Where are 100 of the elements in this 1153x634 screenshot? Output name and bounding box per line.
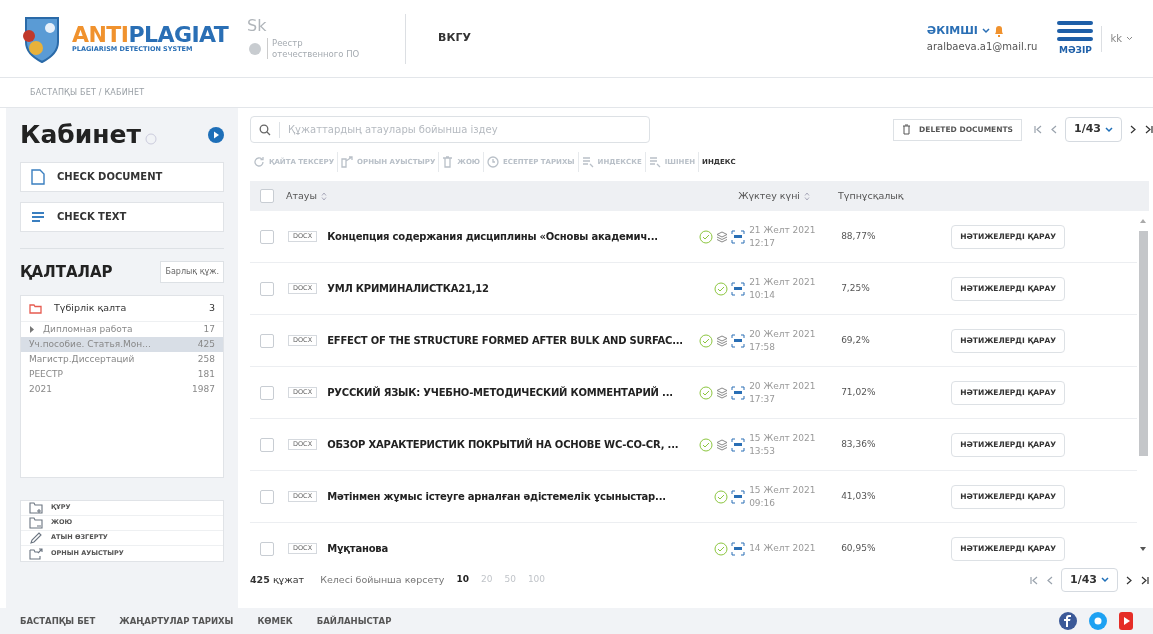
originality-percent: 69,2% bbox=[841, 333, 871, 347]
chevron-down-icon[interactable] bbox=[1126, 36, 1133, 41]
originality-percent: 83,36% bbox=[841, 437, 877, 451]
chevron-down-icon bbox=[1105, 126, 1113, 133]
check-circle-icon bbox=[699, 229, 714, 244]
footer-link[interactable]: БАСТАПҚЫ БЕТ bbox=[20, 614, 96, 628]
document-count: 425 құжат bbox=[250, 572, 305, 587]
sort-icon bbox=[804, 191, 810, 201]
check-circle-icon bbox=[714, 489, 729, 504]
ocr-icon bbox=[731, 281, 746, 296]
next-page-icon[interactable] bbox=[1126, 575, 1132, 585]
document-title[interactable]: Мұқтанова bbox=[327, 541, 688, 556]
document-title[interactable]: ОБЗОР ХАРАКТЕРИСТИК ПОКРЫТИЙ НА ОСНОВЕ WC-CO-CR, ... bbox=[327, 437, 688, 452]
check-circle-icon bbox=[699, 437, 714, 452]
folder-filter-select[interactable]: Барлық құж. bbox=[160, 260, 224, 283]
upload-date: 21 Желт 2021 bbox=[749, 275, 817, 289]
document-title[interactable]: РУССКИЙ ЯЗЫК: УЧЕБНО-МЕТОДИЧЕСКИЙ КОММЕНТАРИЙ ... bbox=[327, 385, 688, 400]
first-page-icon[interactable] bbox=[1030, 575, 1039, 585]
folder-item[interactable]: Магистр.Диссертаций 258 bbox=[21, 352, 223, 367]
youtube-icon bbox=[1119, 612, 1133, 630]
chevron-down-icon bbox=[1101, 577, 1109, 583]
footer-link[interactable]: БАЙЛАНЫСТАР bbox=[316, 614, 392, 628]
last-page-icon[interactable] bbox=[1144, 125, 1153, 134]
upload-time: 17:58 bbox=[749, 340, 777, 354]
text-lines-icon bbox=[31, 210, 45, 223]
checkbox[interactable] bbox=[260, 229, 274, 244]
folder-item[interactable]: Дипломная работа 17 bbox=[21, 322, 223, 337]
upload-date: 15 Желт 2021 bbox=[749, 431, 817, 445]
originality-percent: 7,25% bbox=[841, 281, 871, 295]
check-button[interactable]: CHECK DOCUMENT bbox=[20, 161, 224, 192]
upload-date: 21 Желт 2021 bbox=[749, 223, 817, 237]
checkbox[interactable] bbox=[260, 281, 274, 296]
check-circle-icon bbox=[714, 281, 729, 296]
document-title[interactable]: Мәтінмен жұмыс істеуге арналған әдістемелік ұсыныстар... bbox=[327, 489, 688, 504]
folder-minus-icon bbox=[29, 517, 43, 529]
folder-plus-icon bbox=[29, 502, 43, 514]
folder-icon bbox=[29, 303, 42, 314]
language-select[interactable]: kk bbox=[1110, 31, 1133, 46]
search-field[interactable]: Құжаттардың атаулары бойынша іздеу bbox=[250, 116, 650, 143]
upload-date: 20 Желт 2021 bbox=[749, 327, 817, 341]
check-circle-icon bbox=[714, 541, 729, 556]
bell-icon bbox=[993, 25, 1004, 37]
ocr-icon bbox=[731, 333, 746, 348]
folder-item[interactable]: РЕЕСТР 181 bbox=[21, 367, 223, 382]
checkbox[interactable] bbox=[260, 489, 274, 504]
previous-page-icon[interactable] bbox=[1047, 575, 1053, 585]
upload-time: 10:14 bbox=[749, 288, 777, 302]
upload-date: 20 Желт 2021 bbox=[749, 379, 817, 393]
upload-time: 13:53 bbox=[749, 444, 777, 458]
checkbox[interactable] bbox=[260, 385, 274, 400]
check-button[interactable]: CHECK TEXT bbox=[20, 201, 224, 232]
footer-link[interactable]: ЖАҢАРТУЛАР ТАРИХЫ bbox=[119, 614, 234, 628]
column-header[interactable]: Жүктеу күні bbox=[716, 188, 810, 204]
folders-title: ҚАЛТАЛАР bbox=[20, 261, 113, 283]
menu-button[interactable]: МӘЗІР bbox=[1057, 19, 1094, 58]
sort-icon bbox=[321, 191, 327, 201]
user-role-link[interactable]: ӘКІМШІ bbox=[926, 22, 978, 40]
partner-mark: Sk bbox=[247, 17, 268, 34]
breadcrumb: БАСТАПҚЫ БЕТ / КАБИНЕТ bbox=[30, 86, 145, 99]
upload-time: 09:16 bbox=[749, 496, 777, 510]
folder-item[interactable]: Түбірлік қалта 3 bbox=[21, 296, 223, 322]
folder-move-icon bbox=[341, 156, 354, 168]
trash-icon bbox=[902, 124, 912, 135]
user-email: aralbaeva.a1@mail.ru bbox=[926, 40, 1038, 55]
first-page-icon[interactable] bbox=[1034, 125, 1043, 134]
folder-move-icon bbox=[29, 547, 43, 560]
checkbox[interactable] bbox=[260, 333, 274, 348]
upload-date: 14 Желт 2021 bbox=[749, 542, 817, 555]
next-page-icon[interactable] bbox=[1130, 125, 1136, 134]
page-size-label: Келесі бойынша көрсету bbox=[320, 572, 445, 587]
document-title[interactable]: УМЛ КРИМИНАЛИСТКА21,12 bbox=[327, 281, 688, 296]
refresh-icon bbox=[253, 156, 265, 168]
page-size-option[interactable]: 10 bbox=[456, 573, 469, 587]
search-field[interactable]: Құжаттардың атаулары бойынша іздеу bbox=[288, 122, 641, 137]
upload-time: 12:17 bbox=[749, 236, 777, 250]
layers-icon bbox=[716, 438, 729, 451]
checkbox[interactable] bbox=[260, 189, 274, 203]
folder-item[interactable]: 2021 1987 bbox=[21, 382, 223, 397]
upload-date: 15 Желт 2021 bbox=[749, 483, 817, 497]
scroll-up-icon bbox=[1140, 219, 1146, 223]
ocr-icon bbox=[731, 437, 746, 452]
last-page-icon[interactable] bbox=[1140, 575, 1149, 585]
document-title[interactable]: Концепция содержания дисциплины «Основы академич... bbox=[327, 229, 688, 244]
page-select[interactable]: 1/43 bbox=[1061, 567, 1118, 593]
column-header[interactable]: Атауы bbox=[286, 188, 716, 204]
footer-link[interactable]: КӨМЕК bbox=[257, 614, 293, 628]
ocr-icon bbox=[731, 229, 746, 244]
play-icon bbox=[208, 126, 224, 143]
layers-icon bbox=[716, 334, 729, 347]
caret-icon bbox=[29, 326, 35, 333]
page-select[interactable]: 1/43 bbox=[1065, 117, 1122, 142]
previous-page-icon[interactable] bbox=[1051, 125, 1057, 134]
document-title[interactable]: EFFECT OF THE STRUCTURE FORMED AFTER BULK AND SURFAC... bbox=[327, 333, 688, 348]
document-icon bbox=[31, 168, 45, 185]
checkbox[interactable] bbox=[260, 437, 274, 452]
column-header[interactable]: Түпнұсқалық bbox=[838, 188, 904, 204]
checkbox[interactable] bbox=[260, 541, 274, 556]
pencil-icon bbox=[29, 532, 43, 544]
upload-time: 17:37 bbox=[749, 392, 777, 406]
database-icon bbox=[581, 156, 594, 168]
